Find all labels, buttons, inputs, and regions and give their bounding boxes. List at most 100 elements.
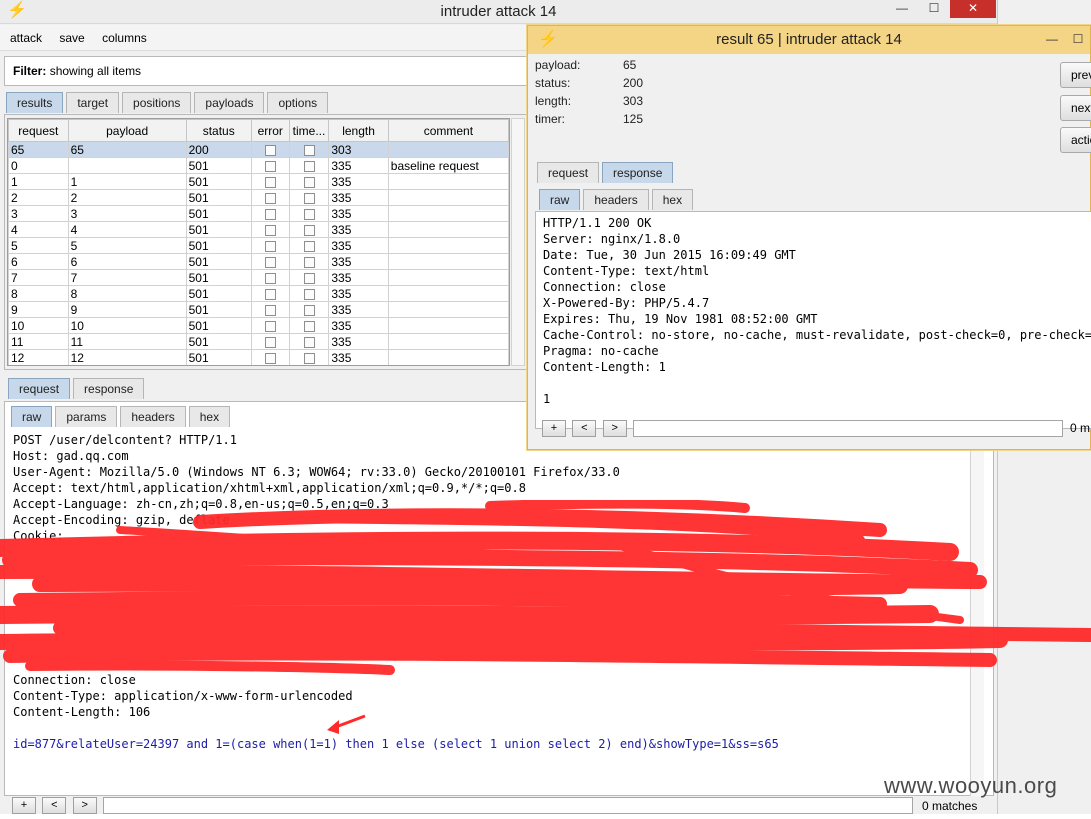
result-tab-hex[interactable]: hex	[651, 189, 694, 210]
cell-payload: 10	[67, 317, 187, 334]
timeout-checkbox	[303, 224, 315, 236]
response-raw-text[interactable]: HTTP/1.1 200 OK Server: nginx/1.8.0 Date: …	[543, 215, 1091, 407]
previous-result-button[interactable]: prev	[1060, 62, 1091, 88]
result-match-count: 0 m	[1070, 421, 1091, 435]
error-checkbox	[264, 352, 276, 364]
cell-status: 501	[185, 205, 252, 222]
col-header-request[interactable]: request	[8, 119, 69, 142]
cell-timeout	[288, 253, 330, 270]
cell-error	[250, 317, 290, 334]
meta-status-label: status:	[535, 76, 571, 90]
table-row[interactable]: 10 10 501 335	[8, 317, 509, 334]
menu-columns[interactable]: columns	[102, 25, 147, 51]
table-row[interactable]: 11 11 501 335	[8, 333, 509, 350]
cell-length: 335	[328, 301, 389, 318]
top-tabs: results target positions payloads option…	[6, 92, 331, 114]
col-header-status[interactable]: status	[185, 119, 252, 142]
tab-target[interactable]: target	[66, 92, 120, 113]
table-row[interactable]: 4 4 501 335	[8, 221, 509, 238]
cell-payload: 6	[67, 253, 187, 270]
cell-status: 501	[185, 333, 252, 350]
error-checkbox	[264, 304, 276, 316]
action-button[interactable]: action	[1060, 127, 1091, 153]
result-next-match-button[interactable]: >	[602, 420, 627, 437]
col-header-comment[interactable]: comment	[387, 119, 509, 142]
minimize-button[interactable]: —	[888, 0, 916, 18]
cell-timeout	[288, 333, 330, 350]
table-row[interactable]: 6 6 501 335	[8, 253, 509, 270]
cell-request: 1	[8, 173, 69, 190]
result-maximize-button[interactable]: ☐	[1064, 31, 1091, 49]
cell-payload: 7	[67, 269, 187, 286]
col-header-payload[interactable]: payload	[67, 119, 187, 142]
cell-status: 501	[185, 349, 252, 365]
menu-attack[interactable]: attack	[10, 25, 42, 51]
cell-comment	[387, 285, 509, 302]
table-row[interactable]: 9 9 501 335	[8, 301, 509, 318]
request-line: Accept: text/html,application/xhtml+xml,…	[13, 481, 526, 495]
table-row[interactable]: 8 8 501 335	[8, 285, 509, 302]
add-search-button[interactable]: +	[12, 797, 36, 814]
result-minimize-button[interactable]: —	[1038, 31, 1066, 49]
results-scrollbar[interactable]	[511, 118, 525, 366]
table-row[interactable]: 5 5 501 335	[8, 237, 509, 254]
tab-results[interactable]: results	[6, 92, 64, 113]
cell-error	[250, 253, 290, 270]
meta-timer-value: 125	[623, 112, 644, 126]
table-row[interactable]: 1 1 501 335	[8, 173, 509, 190]
result-tab-headers[interactable]: headers	[583, 189, 649, 210]
result-previous-match-button[interactable]: <	[572, 420, 597, 437]
result-tab-raw[interactable]: raw	[539, 189, 581, 210]
col-header-error[interactable]: error	[250, 119, 290, 142]
tab-raw[interactable]: raw	[11, 406, 53, 427]
response-search-bar: + < >	[542, 420, 1064, 442]
close-button[interactable]: ✕	[950, 0, 996, 18]
tab-payloads[interactable]: payloads	[194, 92, 265, 113]
tab-params[interactable]: params	[55, 406, 118, 427]
table-row[interactable]: 2 2 501 335	[8, 189, 509, 206]
request-line: User-Agent: Mozilla/5.0 (Windows NT 6.3;…	[13, 465, 620, 479]
cell-payload: 9	[67, 301, 187, 318]
table-row[interactable]: 0 501 335 baseline request	[8, 157, 509, 174]
tab-request[interactable]: request	[8, 378, 71, 399]
previous-match-button[interactable]: <	[42, 797, 67, 814]
col-header-length[interactable]: length	[328, 119, 389, 142]
error-checkbox	[264, 336, 276, 348]
next-match-button[interactable]: >	[72, 797, 97, 814]
table-row[interactable]: 12 12 501 335	[8, 349, 509, 365]
title-bar: ⚡ intruder attack 14 — ☐ ✕	[0, 0, 997, 24]
response-line: Pragma: no-cache	[543, 344, 659, 358]
cell-length: 335	[328, 269, 389, 286]
tab-headers[interactable]: headers	[120, 406, 186, 427]
result-tab-request[interactable]: request	[537, 162, 600, 183]
tab-response[interactable]: response	[73, 378, 145, 399]
cell-comment	[387, 333, 509, 350]
table-row[interactable]: 3 3 501 335	[8, 205, 509, 222]
redaction-scribble	[0, 500, 1091, 675]
cell-comment	[387, 205, 509, 222]
search-input[interactable]	[103, 797, 914, 814]
cell-status: 501	[185, 317, 252, 334]
maximize-button[interactable]: ☐	[920, 0, 948, 18]
cell-length: 335	[328, 173, 389, 190]
response-line: Content-Type: text/html	[543, 264, 710, 278]
result-search-input[interactable]	[633, 420, 1064, 437]
tab-hex[interactable]: hex	[188, 406, 231, 427]
table-row[interactable]: 7 7 501 335	[8, 269, 509, 286]
result-add-search-button[interactable]: +	[542, 420, 566, 437]
response-line: Date: Tue, 30 Jun 2015 16:09:49 GMT	[543, 248, 796, 262]
table-row[interactable]: 65 65 200 303	[8, 141, 509, 158]
next-result-button[interactable]: next	[1060, 95, 1091, 121]
cell-request: 11	[8, 333, 69, 350]
cell-error	[250, 141, 290, 158]
cell-payload: 3	[67, 205, 187, 222]
col-header-timeout[interactable]: time...	[288, 119, 330, 142]
tab-positions[interactable]: positions	[122, 92, 192, 113]
cell-request: 7	[8, 269, 69, 286]
meta-length-label: length:	[535, 94, 572, 108]
result-tab-response[interactable]: response	[602, 162, 674, 183]
menu-save[interactable]: save	[59, 25, 84, 51]
tab-options[interactable]: options	[267, 92, 329, 113]
cell-timeout	[288, 157, 330, 174]
cell-error	[250, 157, 290, 174]
